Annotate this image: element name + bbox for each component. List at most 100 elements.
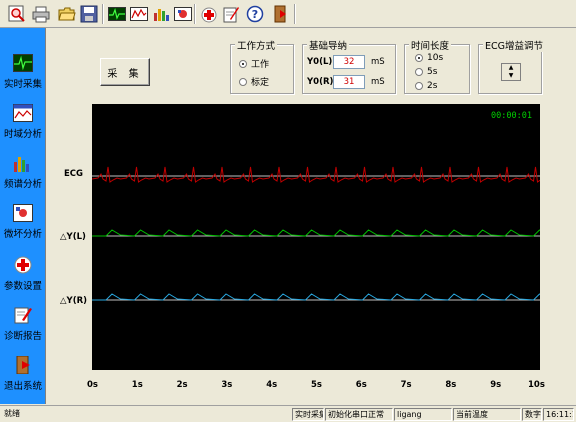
y0-left-field[interactable]: 32 xyxy=(333,55,365,69)
time-length-title: 时间长度 xyxy=(409,38,452,52)
time-tick-label: 0s xyxy=(87,380,98,390)
sidebar-item-label: 时域分析 xyxy=(3,129,42,140)
sidebar-item-label: 退出系统 xyxy=(3,381,42,392)
time-tick-label: 4s xyxy=(266,380,278,390)
time-length-group: 时间长度 10s 5s 2s xyxy=(404,38,470,94)
y0-right-unit: mS xyxy=(371,77,385,87)
toolbar-separator xyxy=(194,4,196,24)
work-mode-option-calibrate[interactable]: 标定 xyxy=(239,75,269,88)
work-mode-option-label: 工作 xyxy=(251,60,270,70)
channel-label-left: △Y(L) xyxy=(60,232,86,242)
ecg-wave-icon xyxy=(13,54,33,72)
sidebar-item-settings[interactable]: 参数设置 xyxy=(0,252,46,298)
status-ready: 就绪 xyxy=(4,409,20,418)
ecg-wave-icon[interactable] xyxy=(106,3,128,25)
magnifier-icon[interactable] xyxy=(6,3,28,25)
radio-icon xyxy=(415,82,423,90)
scatter-icon xyxy=(13,204,33,222)
sidebar-item-micro[interactable]: 微坏分析 xyxy=(0,200,46,246)
sidebar-item-label: 诊断报告 xyxy=(3,331,42,342)
radio-icon xyxy=(239,77,247,86)
time-tick-label: 1s xyxy=(131,380,143,390)
ecg-waveform xyxy=(92,166,540,183)
sidebar-item-label: 参数设置 xyxy=(3,281,42,292)
radio-icon xyxy=(415,68,423,76)
bar-chart-icon[interactable] xyxy=(150,3,172,25)
status-mode: 实时采集 xyxy=(292,408,324,421)
status-numlock: 数字 xyxy=(522,408,542,421)
radio-selected-icon xyxy=(415,54,423,62)
work-mode-option-label: 标定 xyxy=(251,78,270,88)
parameter-icon xyxy=(14,256,32,274)
printer-icon[interactable] xyxy=(30,3,52,25)
exit-icon[interactable] xyxy=(270,3,292,25)
chart-window-icon xyxy=(13,104,33,122)
time-length-option-label: 2s xyxy=(427,81,438,91)
save-icon[interactable] xyxy=(78,3,100,25)
report-icon xyxy=(14,307,32,324)
heart-rate-icon[interactable] xyxy=(172,3,194,25)
toolbar-separator xyxy=(102,4,104,24)
spectrum-icon[interactable] xyxy=(128,3,150,25)
time-length-option-label: 5s xyxy=(427,67,438,77)
channel-label-ecg: ECG xyxy=(64,169,84,179)
ecg-gain-title: ECG增益调节 xyxy=(483,38,545,52)
arrow-down-icon[interactable]: ▼ xyxy=(502,72,520,80)
radio-selected-icon xyxy=(239,59,247,68)
arrow-up-icon[interactable]: ▲ xyxy=(502,64,520,72)
y0-left-unit: mS xyxy=(371,57,385,67)
status-user: ligang xyxy=(394,408,452,421)
ecg-gain-spinner[interactable]: ▲ ▼ xyxy=(501,63,521,81)
right-admittance-waveform xyxy=(92,293,540,301)
y0-right-label: Y0(R) xyxy=(307,77,334,87)
channel-label-right: △Y(R) xyxy=(60,296,88,306)
work-mode-title: 工作方式 xyxy=(235,38,278,52)
y0-left-label: Y0(L) xyxy=(307,57,333,67)
svg-text:?: ? xyxy=(252,8,258,21)
time-tick-label: 9s xyxy=(490,380,502,390)
elapsed-timer: 00:00:01 xyxy=(491,111,532,121)
sidebar: 实时采集 时域分析 频谱分析 微坏分析 参数设置 诊断报告 退出系统 xyxy=(0,28,46,404)
time-tick-label: 8s xyxy=(445,380,457,390)
time-tick-label: 3s xyxy=(221,380,233,390)
status-port: 初始化串口正常 xyxy=(325,408,393,421)
time-tick-label: 5s xyxy=(311,380,322,390)
open-folder-icon[interactable] xyxy=(56,3,78,25)
sidebar-item-label: 实时采集 xyxy=(3,79,42,90)
time-length-option-2s[interactable]: 2s xyxy=(415,81,437,91)
sidebar-item-label: 频谱分析 xyxy=(3,179,42,190)
left-admittance-waveform xyxy=(92,229,540,237)
time-tick-label: 7s xyxy=(400,380,412,390)
sidebar-item-realtime[interactable]: 实时采集 xyxy=(0,50,46,96)
status-temperature: 当前温度 xyxy=(453,408,521,421)
work-mode-option-work[interactable]: 工作 xyxy=(239,57,269,70)
time-length-option-label: 10s xyxy=(427,53,444,63)
baseline-group: 基础导纳 Y0(L) 32 mS Y0(R) 31 mS xyxy=(302,38,396,94)
y0-right-field[interactable]: 31 xyxy=(333,75,365,89)
waveform-canvas xyxy=(92,166,540,301)
baseline-title: 基础导纳 xyxy=(307,38,350,52)
sidebar-item-time-domain[interactable]: 时域分析 xyxy=(0,100,46,146)
time-tick-label: 6s xyxy=(355,380,367,390)
sidebar-item-report[interactable]: 诊断报告 xyxy=(0,302,46,348)
status-clock: 16:11:19 xyxy=(543,408,574,421)
exit-door-icon xyxy=(16,356,30,374)
time-tick-label: 2s xyxy=(176,380,188,390)
report-icon[interactable] xyxy=(220,3,242,25)
toolbar-separator xyxy=(294,4,296,24)
work-mode-group: 工作方式 工作 标定 xyxy=(230,38,294,94)
sidebar-item-spectrum[interactable]: 频谱分析 xyxy=(0,150,46,196)
time-length-option-10s[interactable]: 10s xyxy=(415,53,443,63)
sidebar-item-label: 微坏分析 xyxy=(3,229,42,240)
status-bar: 就绪 实时采集 初始化串口正常 ligang 当前温度 数字 16:11:19 xyxy=(0,405,576,422)
time-length-option-5s[interactable]: 5s xyxy=(415,67,437,77)
ecg-gain-group: ECG增益调节 ▲ ▼ xyxy=(478,38,545,94)
help-icon[interactable]: ? xyxy=(244,3,266,25)
capture-button[interactable]: 采 集 xyxy=(100,58,150,86)
red-cross-icon[interactable] xyxy=(198,3,220,25)
toolbar: ? xyxy=(0,0,576,28)
spectrum-bars-icon xyxy=(14,157,29,172)
waveform-display: 00:00:01 xyxy=(92,104,540,370)
sidebar-item-exit[interactable]: 退出系统 xyxy=(0,352,46,398)
time-tick-label: 10s xyxy=(528,380,545,390)
